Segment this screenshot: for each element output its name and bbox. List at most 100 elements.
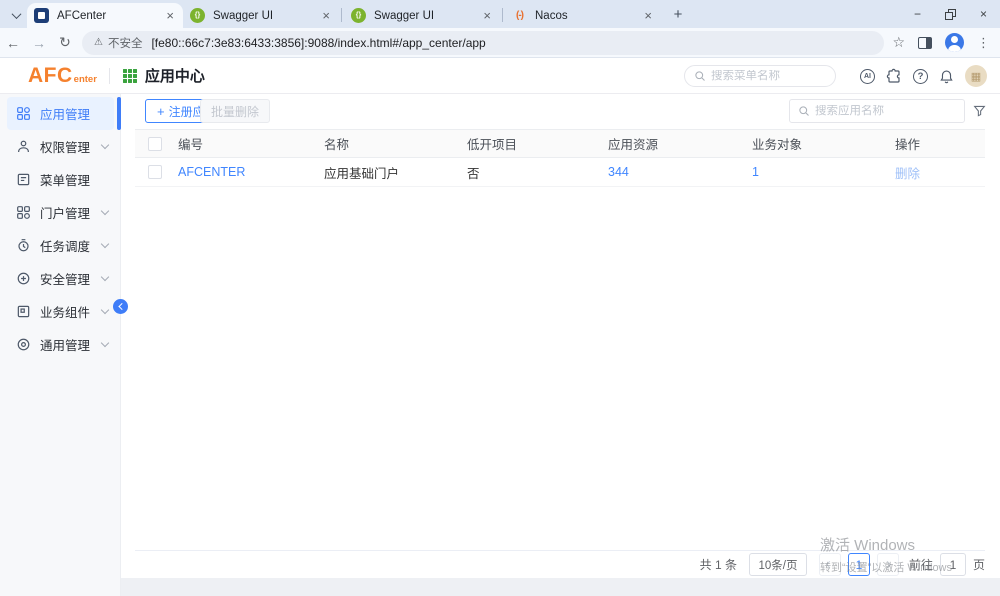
tab-search-button[interactable]: [7, 6, 25, 24]
browser-menu-icon[interactable]: ⋮: [977, 35, 990, 51]
sidebar-item-label: 菜单管理: [40, 170, 108, 189]
column-header-objects: 业务对象: [752, 134, 895, 153]
restore-icon: [945, 9, 956, 20]
address-bar[interactable]: ⚠ 不安全 [fe80::66c7:3e83:6433:3856]:9088/i…: [82, 31, 884, 55]
swagger-favicon-icon: {}: [351, 8, 366, 23]
header-icon-row: AI ? ▦: [860, 58, 987, 94]
sidebar-item-business-components[interactable]: 业务组件: [0, 295, 120, 328]
warning-icon: ⚠: [94, 37, 103, 48]
window-restore-button[interactable]: [934, 0, 967, 28]
bell-icon[interactable]: [939, 69, 954, 84]
column-header-lowcode: 低开项目: [467, 134, 608, 153]
next-page-button[interactable]: [877, 553, 899, 576]
tab-close-icon[interactable]: ×: [320, 9, 332, 22]
window-minimize-button[interactable]: −: [901, 0, 934, 28]
goto-label: 前往: [909, 556, 933, 573]
toolbar-right: ☆ ⋮: [892, 33, 990, 52]
back-icon[interactable]: ←: [0, 35, 26, 51]
sidebar-collapse-button[interactable]: [113, 299, 128, 314]
sidebar-item-menu-management[interactable]: 菜单管理: [0, 163, 120, 196]
table-row: AFCENTER 应用基础门户 否 344 1 删除: [135, 158, 985, 187]
plus-icon: +: [157, 105, 165, 118]
goto-page-input[interactable]: [940, 553, 966, 576]
batch-delete-button[interactable]: 批量删除: [200, 99, 270, 123]
tab-afcenter[interactable]: AFCenter ×: [27, 3, 183, 28]
search-icon: [798, 105, 810, 117]
app-search-input[interactable]: [815, 105, 956, 117]
delete-link[interactable]: 删除: [895, 167, 920, 181]
total-count-label: 共 1 条: [700, 556, 737, 573]
tab-title: Nacos: [535, 10, 642, 22]
business-objects-link[interactable]: 1: [752, 165, 759, 179]
sidebar-item-app-management[interactable]: 应用管理: [7, 97, 114, 130]
chevron-right-icon: [884, 561, 891, 568]
browser-window: AFCenter × {} Swagger UI × {} Swagger UI…: [0, 0, 1000, 596]
component-icon: [16, 304, 31, 319]
chevron-down-icon: [101, 240, 109, 248]
document-icon: [16, 172, 31, 187]
chevron-down-icon: [101, 306, 109, 314]
apps-icon: [16, 106, 31, 121]
row-checkbox[interactable]: [148, 165, 162, 179]
browser-toolbar: ← → ↻ ⚠ 不安全 [fe80::66c7:3e83:6433:3856]:…: [0, 28, 1000, 58]
menu-search-input[interactable]: [711, 70, 826, 82]
chevron-down-icon: [11, 9, 21, 19]
page-unit-label: 页: [973, 556, 985, 573]
sidebar-item-portal-management[interactable]: 门户管理: [0, 196, 120, 229]
menu-search-box: [684, 65, 836, 87]
batch-delete-label: 批量删除: [211, 103, 259, 120]
tab-close-icon[interactable]: ×: [642, 9, 654, 22]
help-icon[interactable]: ?: [913, 69, 928, 84]
app-grid-icon: [123, 69, 137, 83]
chevron-down-icon: [101, 273, 109, 281]
sidebar-item-label: 任务调度: [40, 236, 102, 255]
tab-close-icon[interactable]: ×: [164, 9, 176, 22]
app-code-link[interactable]: AFCENTER: [178, 165, 245, 179]
extension-icon[interactable]: [886, 68, 902, 84]
tab-swagger-1[interactable]: {} Swagger UI ×: [183, 3, 339, 28]
nacos-favicon-icon: (-): [512, 8, 527, 23]
sidebar-item-label: 应用管理: [40, 104, 106, 123]
chevron-left-icon: [118, 303, 125, 310]
sidebar-item-task-scheduling[interactable]: 任务调度: [0, 229, 120, 262]
sidebar-item-label: 安全管理: [40, 269, 102, 288]
sidebar-item-permission-management[interactable]: 权限管理: [0, 130, 120, 163]
app-body: 应用管理 权限管理 菜单管理 门户管理 任务调度: [0, 94, 1000, 596]
column-header-resources: 应用资源: [608, 134, 752, 153]
column-header-actions: 操作: [895, 134, 985, 153]
app-resources-link[interactable]: 344: [608, 165, 629, 179]
prev-page-button[interactable]: [819, 553, 841, 576]
user-avatar[interactable]: ▦: [965, 65, 987, 87]
tab-close-icon[interactable]: ×: [481, 9, 493, 22]
url-text[interactable]: [fe80::66c7:3e83:6433:3856]:9088/index.h…: [151, 36, 485, 50]
tab-swagger-2[interactable]: {} Swagger UI ×: [344, 3, 500, 28]
new-tab-button[interactable]: +: [667, 3, 689, 25]
forward-icon[interactable]: →: [26, 35, 52, 51]
bookmark-star-icon[interactable]: ☆: [892, 34, 905, 51]
swagger-favicon-icon: {}: [190, 8, 205, 23]
ai-assistant-icon[interactable]: AI: [860, 69, 875, 84]
window-close-button[interactable]: ×: [967, 0, 1000, 28]
sidebar-item-general-management[interactable]: 通用管理: [0, 328, 120, 361]
tab-nacos[interactable]: (-) Nacos ×: [505, 3, 661, 28]
side-panel-icon[interactable]: [918, 37, 932, 49]
header-divider: [109, 68, 110, 84]
column-header-code: 编号: [178, 134, 324, 153]
app-search-box: [789, 99, 965, 123]
reload-icon[interactable]: ↻: [52, 34, 78, 51]
page-number-button[interactable]: 1: [848, 553, 870, 576]
sidebar-item-security-management[interactable]: 安全管理: [0, 262, 120, 295]
filter-funnel-icon[interactable]: [973, 104, 986, 117]
security-label[interactable]: 不安全: [108, 35, 143, 51]
table-header-row: 编号 名称 低开项目 应用资源 业务对象 操作: [135, 129, 985, 158]
browser-profile-avatar[interactable]: [945, 33, 964, 52]
afcenter-logo: AFC enter: [28, 64, 97, 88]
select-all-checkbox[interactable]: [148, 137, 162, 151]
chevron-down-icon: [101, 207, 109, 215]
shield-plus-icon: [16, 271, 31, 286]
pagination-bar: 共 1 条 10条/页 1 前往 页: [135, 550, 985, 578]
afcenter-favicon-icon: [34, 8, 49, 23]
grid-icon: [16, 205, 31, 220]
window-controls: − ×: [901, 0, 1000, 28]
page-size-select[interactable]: 10条/页: [749, 553, 807, 576]
